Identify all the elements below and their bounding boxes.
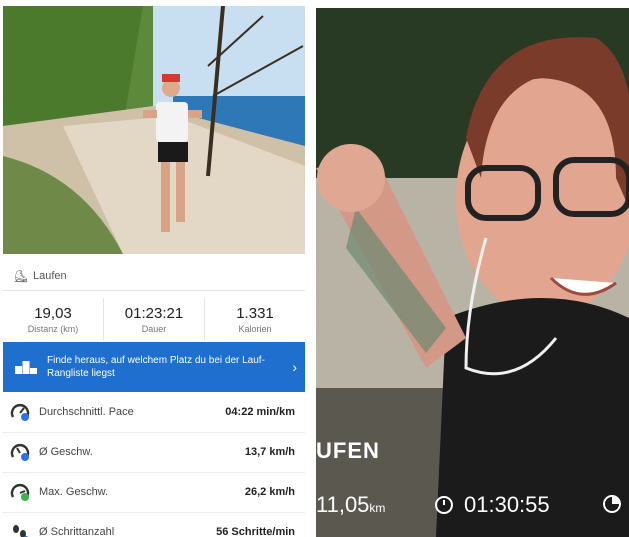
metric-row-cadence: Ø Schrittanzahl 56 Schritte/min xyxy=(3,512,305,537)
stopwatch-icon xyxy=(435,496,453,514)
overlay-title: UFEN xyxy=(316,438,380,463)
metric-label: Ø Schrittanzahl xyxy=(39,526,115,537)
metric-value: 13,7 km/h xyxy=(244,446,295,458)
stat-duration-label: Dauer xyxy=(141,323,167,334)
overlay-distance-unit: km xyxy=(369,501,386,515)
stat-distance: 19,03 Distanz (km) xyxy=(3,298,104,340)
activity-summary-panel: ⛸ Laufen 19,03 Distanz (km) 01:23:21 Dau… xyxy=(0,0,308,537)
stat-calories-value: 1.331 xyxy=(236,304,274,322)
stat-distance-label: Distanz (km) xyxy=(27,323,79,334)
podium-icon xyxy=(15,361,37,374)
footsteps-icon xyxy=(13,525,29,537)
chevron-right-icon: › xyxy=(292,359,297,375)
selfie-photo-panel: UFEN 11,05km 01:30:55 xyxy=(316,8,629,537)
overlay-duration-value: 01:30:55 xyxy=(464,492,550,517)
speed-gauge-icon xyxy=(10,444,30,461)
running-shoe-icon: ⛸ xyxy=(13,269,29,283)
metric-value: 56 Schritte/min xyxy=(216,526,295,537)
stat-duration: 01:23:21 Dauer xyxy=(104,298,205,340)
leaderboard-banner-text: Finde heraus, auf welchem Platz du bei d… xyxy=(47,355,265,379)
stat-calories-label: Kalorien xyxy=(238,323,272,334)
max-speed-gauge-icon xyxy=(10,484,30,501)
stats-row: 19,03 Distanz (km) 01:23:21 Dauer 1.331 … xyxy=(3,298,305,340)
progress-pie-icon xyxy=(603,495,621,513)
stat-distance-value: 19,03 xyxy=(34,304,72,322)
pace-gauge-icon xyxy=(10,404,30,421)
metric-row-pace: Durchschnittl. Pace 04:22 min/km xyxy=(3,392,305,433)
metric-label: Durchschnittl. Pace xyxy=(39,406,134,418)
activity-type-label: Laufen xyxy=(33,270,67,282)
runner-photo xyxy=(3,6,305,254)
overlay-distance-value: 11,05 xyxy=(316,492,370,517)
metric-label: Max. Geschw. xyxy=(39,486,109,498)
stat-calories: 1.331 Kalorien xyxy=(205,298,305,340)
metric-value: 26,2 km/h xyxy=(244,486,295,498)
metric-row-avg-speed: Ø Geschw. 13,7 km/h xyxy=(3,432,305,473)
stat-duration-value: 01:23:21 xyxy=(124,304,184,322)
metric-label: Ø Geschw. xyxy=(39,446,93,458)
overlay-distance: 11,05km xyxy=(316,492,385,518)
metric-row-max-speed: Max. Geschw. 26,2 km/h xyxy=(3,472,305,513)
leaderboard-banner[interactable]: Finde heraus, auf welchem Platz du bei d… xyxy=(3,342,305,392)
overlay-duration: 01:30:55 xyxy=(434,492,550,518)
activity-type-row: ⛸ Laufen xyxy=(3,262,305,291)
metric-value: 04:22 min/km xyxy=(225,406,295,418)
